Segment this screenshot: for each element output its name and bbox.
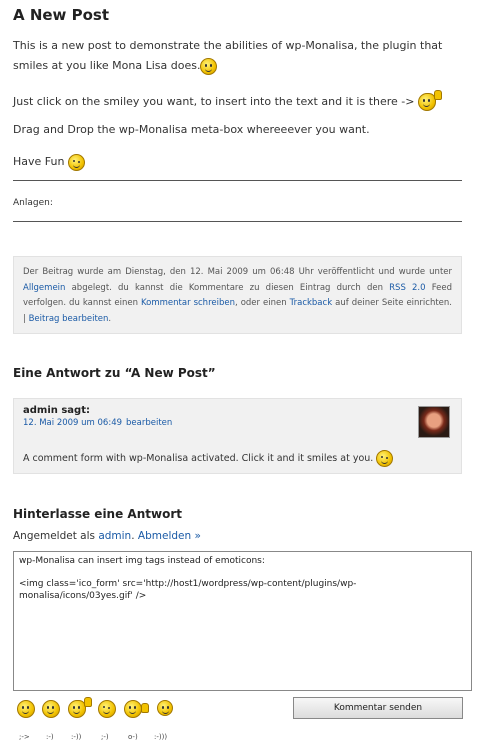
attachments-label: Anlagen: (13, 198, 53, 208)
comment-textarea[interactable]: wp-Monalisa can insert img tags instead … (13, 551, 472, 691)
comments-title: Eine Antwort zu “A New Post” (13, 366, 216, 380)
smiley-icon[interactable] (42, 700, 60, 718)
post-meta-box: Der Beitrag wurde am Dienstag, den 12. M… (13, 256, 462, 334)
post-paragraph-2-text: Just click on the smiley you want, to in… (13, 95, 415, 108)
thumbs-up-smiley-icon (417, 90, 442, 111)
logout-link[interactable]: Abmelden » (138, 530, 201, 542)
waving-smiley-icon[interactable] (124, 700, 149, 718)
post-paragraph-3: Drag and Drop the wp-Monalisa meta-box w… (13, 123, 370, 136)
emoticon-code: ;-) (101, 733, 109, 741)
write-comment-link[interactable]: Kommentar schreiben (141, 298, 235, 308)
category-link[interactable]: Allgemein (23, 283, 65, 293)
emoticon-code: :-) (46, 733, 54, 741)
post-paragraph-2: Just click on the smiley you want, to in… (13, 90, 473, 112)
submit-comment-button[interactable]: Kommentar senden (293, 697, 463, 719)
emoticon-code: o-) (128, 733, 138, 741)
wink-smiley-icon (376, 450, 394, 467)
avatar (418, 406, 450, 438)
emoticon-code: ;-> (19, 733, 30, 741)
big-smile-icon[interactable] (157, 700, 173, 716)
smiley-icon (200, 57, 218, 75)
comment-date-link[interactable]: 12. Mai 2009 um 06:49 (23, 418, 122, 428)
post-paragraph-4-text: Have Fun (13, 155, 65, 168)
emoticon-code: :-))) (154, 733, 168, 741)
logged-in-as: Angemeldet als admin. Abmelden » (13, 530, 201, 542)
meta-text: , oder einen (234, 298, 290, 308)
comment-edit-link[interactable]: bearbeiten (126, 418, 172, 428)
logged-in-prefix: Angemeldet als (13, 530, 99, 542)
user-link[interactable]: admin (98, 530, 131, 542)
emoticon-code: :-)) (71, 733, 82, 741)
meta-text: Der Beitrag wurde am Dienstag, den 12. M… (23, 267, 452, 277)
meta-text: . (108, 313, 112, 324)
post-paragraph-1-text: This is a new post to demonstrate the ab… (13, 39, 443, 72)
wink-smiley-icon[interactable] (98, 700, 116, 718)
meta-text: abgelegt. du kannst die Kommentare zu di… (65, 282, 390, 293)
cross-eyed-smiley-icon[interactable] (17, 700, 35, 718)
divider (13, 221, 462, 222)
reply-title: Hinterlasse eine Antwort (13, 507, 182, 521)
divider (13, 180, 462, 181)
rss-link[interactable]: RSS 2.0 (389, 283, 425, 293)
comment-author: admin sagt: (23, 405, 90, 416)
thumbs-up-smiley-icon[interactable] (68, 697, 92, 718)
post-title: A New Post (13, 6, 110, 24)
post-paragraph-4: Have Fun (13, 152, 473, 172)
wink-smiley-icon (67, 153, 85, 171)
trackback-link[interactable]: Trackback (290, 298, 332, 308)
comment-text-content: A comment form with wp-Monalisa activate… (23, 453, 374, 464)
post-paragraph-1: This is a new post to demonstrate the ab… (13, 36, 473, 76)
comment-text: A comment form with wp-Monalisa activate… (23, 450, 394, 467)
edit-post-link[interactable]: Beitrag bearbeiten (29, 314, 109, 324)
